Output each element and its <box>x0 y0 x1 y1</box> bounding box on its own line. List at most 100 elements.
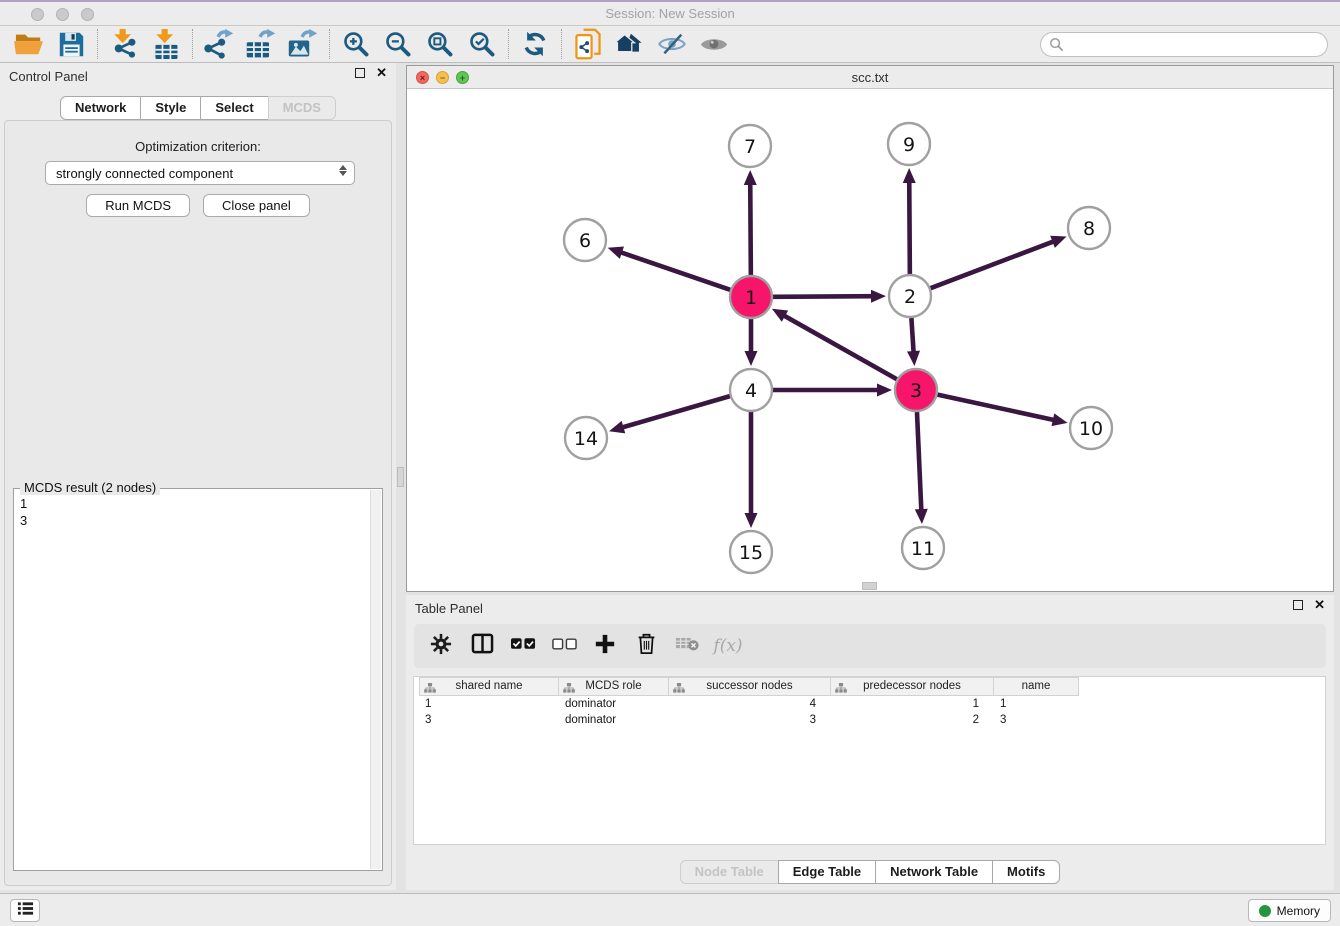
tab-style[interactable]: Style <box>140 96 201 120</box>
mcds-result-list[interactable]: 13 <box>14 492 369 870</box>
add-row-button[interactable] <box>592 633 618 659</box>
graph-edge-arrowhead <box>1050 236 1066 248</box>
float-icon[interactable] <box>1293 600 1303 610</box>
graph-edge-1-2[interactable] <box>773 296 875 297</box>
deselect-all-checks-icon <box>552 637 577 655</box>
table-header-row: shared nameMCDS rolesuccessor nodesprede… <box>414 677 1325 696</box>
table-panel: Table Panel ✕ f(x) shared nameMCDS roles… <box>406 595 1334 890</box>
search-field-wrap <box>1040 32 1328 57</box>
delete-table-button <box>674 633 700 659</box>
network-canvas[interactable]: 7968124314101511 <box>407 89 1333 591</box>
zoom-in-icon <box>342 30 370 58</box>
zoom-out-button[interactable] <box>377 28 419 60</box>
mcds-result-item: 3 <box>20 512 363 529</box>
scrollbar-track[interactable] <box>370 490 381 869</box>
table-cell[interactable]: dominator <box>559 712 669 728</box>
run-mcds-button[interactable]: Run MCDS <box>86 194 190 217</box>
zoom-in-button[interactable] <box>335 28 377 60</box>
mcds-result-group: MCDS result (2 nodes) 13 <box>13 488 383 871</box>
refresh-view-button[interactable] <box>514 28 556 60</box>
close-panel-button[interactable]: Close panel <box>203 194 310 217</box>
column-header-successor-nodes[interactable]: successor nodes <box>669 677 831 696</box>
column-header-name[interactable]: name <box>994 677 1079 696</box>
zoom-selected-button[interactable] <box>461 28 503 60</box>
delete-row-button[interactable] <box>633 633 659 659</box>
close-icon[interactable]: ✕ <box>376 68 387 78</box>
table-cell[interactable]: 1 <box>831 696 994 712</box>
toolbar-separator <box>192 29 193 59</box>
tab-motifs[interactable]: Motifs <box>992 860 1060 884</box>
table-cell[interactable]: 4 <box>669 696 831 712</box>
import-network-icon <box>109 28 139 60</box>
column-header-predecessor-nodes[interactable]: predecessor nodes <box>831 677 994 696</box>
application-window: Session: New Session Control Panel ✕ Net… <box>0 0 1340 926</box>
column-header-MCDS-role[interactable]: MCDS role <box>559 677 669 696</box>
graph-edge-2-8[interactable] <box>931 240 1057 288</box>
criterion-select[interactable]: strongly connected component <box>45 161 355 185</box>
mcds-result-item: 1 <box>20 495 363 512</box>
graph-edge-1-7[interactable] <box>750 181 751 275</box>
graph-node-label: 4 <box>745 380 757 402</box>
import-network-button[interactable] <box>103 28 145 60</box>
export-network-button[interactable] <box>198 28 240 60</box>
splitter-grip[interactable] <box>397 467 404 487</box>
function-fx-icon: f(x) <box>713 636 742 656</box>
tab-mcds[interactable]: MCDS <box>268 96 336 120</box>
mcds-panel: Optimization criterion: strongly connect… <box>4 120 392 886</box>
export-table-button[interactable] <box>240 28 282 60</box>
home-view-button[interactable] <box>609 28 651 60</box>
graph-edge-4-14[interactable] <box>620 396 730 428</box>
tab-node-table[interactable]: Node Table <box>680 860 779 884</box>
columns-button[interactable] <box>469 633 495 659</box>
delete-row-icon <box>636 632 657 660</box>
deselect-all-checks-button[interactable] <box>551 633 577 659</box>
graph-edge-3-11[interactable] <box>917 412 921 513</box>
share-document-button[interactable] <box>567 28 609 60</box>
import-table-button[interactable] <box>145 28 187 60</box>
zoom-fit-icon <box>426 30 454 58</box>
tab-network-table[interactable]: Network Table <box>875 860 993 884</box>
hide-eye-button[interactable] <box>651 28 693 60</box>
table-cell[interactable]: 1 <box>994 696 1079 712</box>
tab-network[interactable]: Network <box>60 96 141 120</box>
column-header-shared-name[interactable]: shared name <box>419 677 559 696</box>
graph-edge-3-1[interactable] <box>781 314 896 379</box>
table-cell[interactable]: dominator <box>559 696 669 712</box>
graph-edge-2-3[interactable] <box>911 318 913 355</box>
graph-edge-arrowhead <box>903 168 916 183</box>
search-input[interactable] <box>1040 32 1328 57</box>
graph-edge-1-6[interactable] <box>618 251 730 289</box>
tab-select[interactable]: Select <box>200 96 268 120</box>
table-cell[interactable]: 3 <box>419 712 559 728</box>
table-cell[interactable]: 1 <box>419 696 559 712</box>
float-icon[interactable] <box>355 68 365 78</box>
close-icon[interactable]: ✕ <box>1314 600 1325 610</box>
table-panel-header: Table Panel ✕ <box>406 595 1334 621</box>
table-cell[interactable]: 2 <box>831 712 994 728</box>
panel-splitter[interactable] <box>396 63 406 890</box>
canvas-resize-grip[interactable] <box>862 582 877 590</box>
open-file-button[interactable] <box>8 28 50 60</box>
table-row[interactable]: 3dominator323 <box>414 712 1325 728</box>
table-row[interactable]: 1dominator411 <box>414 696 1325 712</box>
graph-edge-arrowhead <box>1052 413 1068 426</box>
graph-edge-3-10[interactable] <box>937 395 1056 421</box>
table-cell[interactable]: 3 <box>669 712 831 728</box>
graph-edge-arrowhead <box>871 290 886 303</box>
graph-edge-2-9[interactable] <box>909 179 910 274</box>
save-session-button[interactable] <box>50 28 92 60</box>
memory-button[interactable]: Memory <box>1248 899 1331 922</box>
network-graph[interactable]: 7968124314101511 <box>407 89 1333 590</box>
settings-gear-button[interactable] <box>428 633 454 659</box>
network-window-titlebar[interactable]: × − + scc.txt <box>407 66 1333 89</box>
export-image-button[interactable] <box>282 28 324 60</box>
settings-gear-icon <box>430 633 452 660</box>
select-all-checks-button[interactable] <box>510 633 536 659</box>
show-eye-button[interactable] <box>693 28 735 60</box>
tab-edge-table[interactable]: Edge Table <box>778 860 876 884</box>
select-all-checks-icon <box>511 637 536 655</box>
zoom-fit-button[interactable] <box>419 28 461 60</box>
table-cell[interactable]: 3 <box>994 712 1079 728</box>
task-list-button[interactable] <box>10 899 40 922</box>
search-icon <box>1049 37 1064 57</box>
